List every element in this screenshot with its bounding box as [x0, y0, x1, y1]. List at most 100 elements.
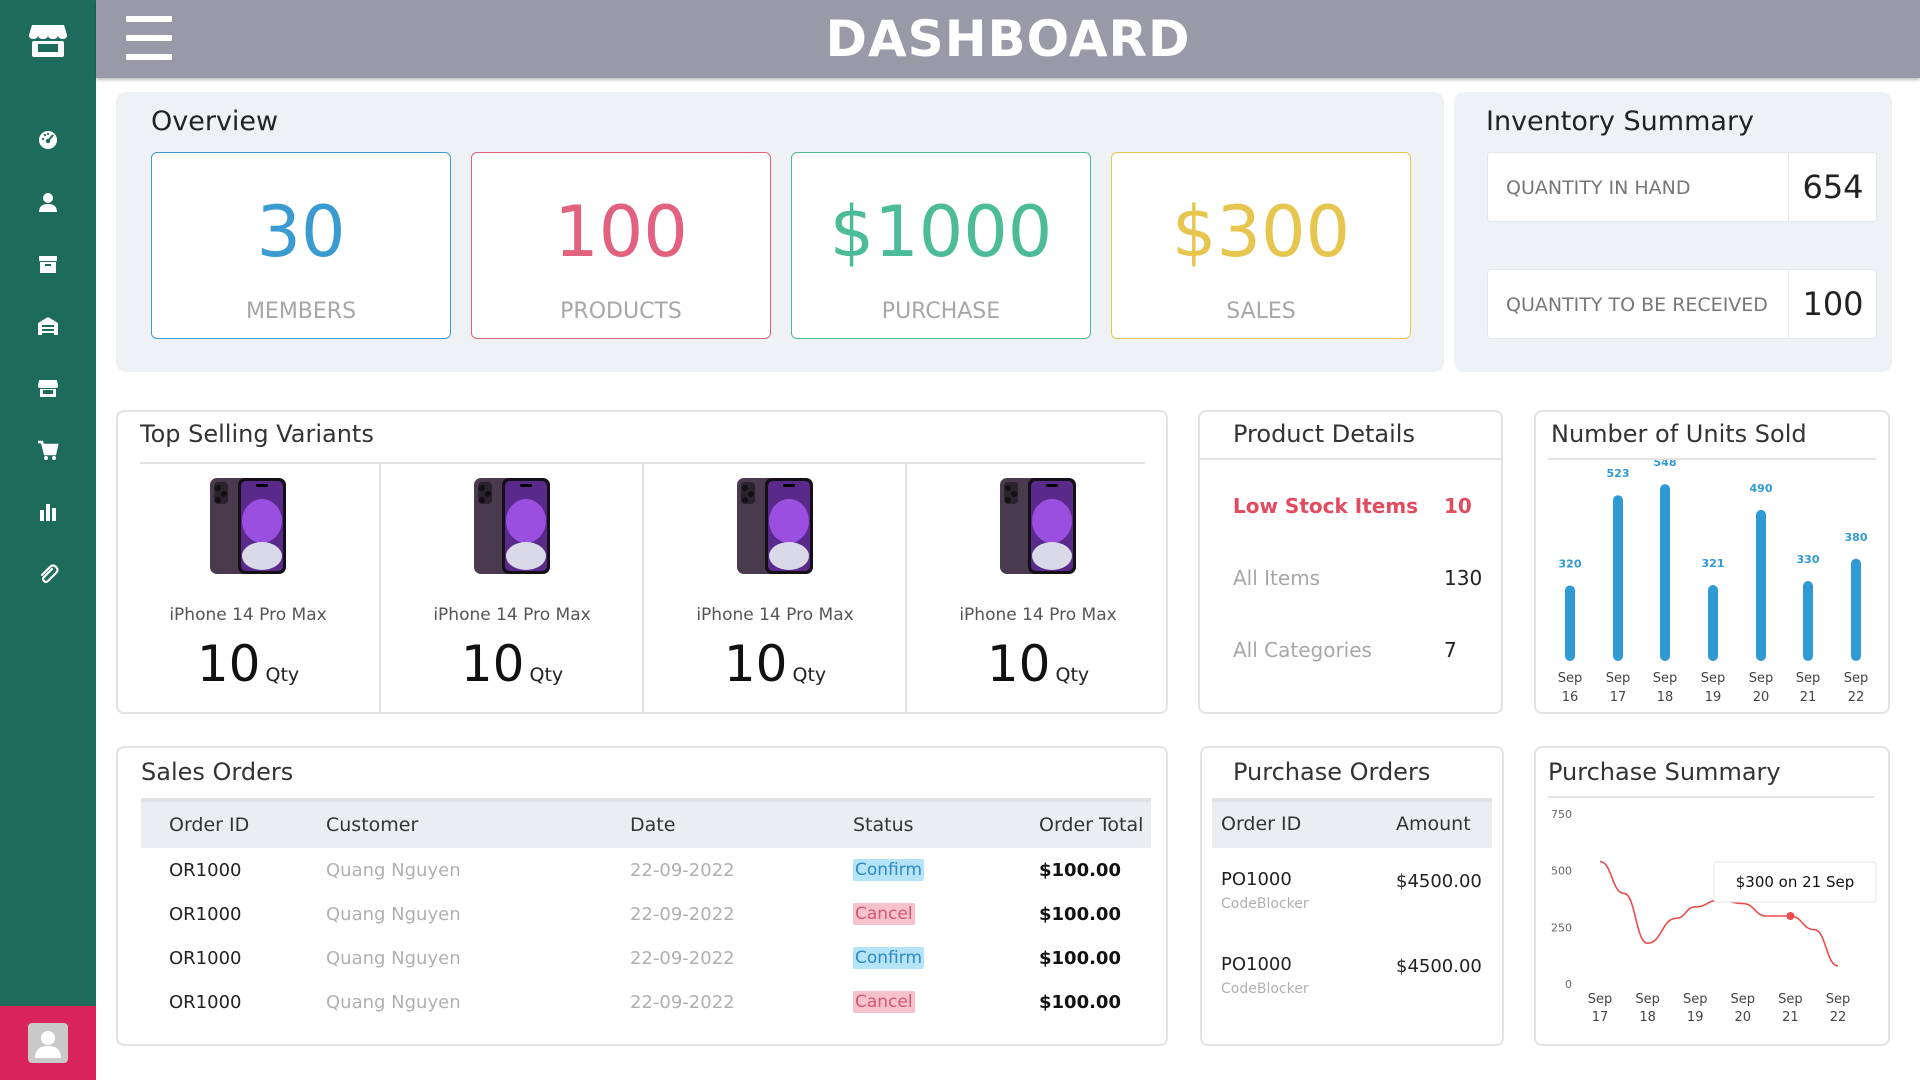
sidebar-item-gauge[interactable]: [0, 118, 96, 162]
x-tick-label: 22: [1830, 1010, 1847, 1025]
sidebar-item-archive[interactable]: [0, 242, 96, 286]
order-date: 22-09-2022: [630, 992, 735, 1013]
avatar: [28, 1023, 68, 1063]
variant-item[interactable]: iPhone 14 Pro Max 10 Qty: [644, 470, 906, 710]
stat-card-purchase[interactable]: $1000 PURCHASE: [791, 152, 1091, 339]
sidebar-item-user[interactable]: [0, 180, 96, 224]
highlight-point[interactable]: [1786, 912, 1795, 920]
variant-item[interactable]: iPhone 14 Pro Max 10 Qty: [381, 470, 643, 710]
variant-item[interactable]: iPhone 14 Pro Max 10 Qty: [907, 470, 1169, 710]
x-tick-label: 20: [1735, 1010, 1752, 1025]
sidebar-item-store[interactable]: [0, 366, 96, 410]
x-tick-label: 18: [1657, 690, 1674, 705]
sidebar-item-warehouse[interactable]: [0, 304, 96, 348]
profile-button[interactable]: [0, 1006, 96, 1080]
variant-name: iPhone 14 Pro Max: [696, 605, 854, 625]
bar-sep-22[interactable]: [1851, 558, 1861, 661]
y-tick-label: 500: [1551, 865, 1572, 878]
order-date: 22-09-2022: [630, 860, 735, 881]
inventory-value: 654: [1802, 168, 1864, 206]
column-order-total[interactable]: Order Total: [1039, 814, 1143, 836]
y-tick-label: 250: [1551, 921, 1572, 934]
top-selling-title: Top Selling Variants: [140, 420, 374, 448]
x-tick-label: Sep: [1558, 671, 1583, 686]
status-badge: Cancel: [853, 991, 915, 1013]
y-tick-label: 0: [1565, 978, 1572, 991]
x-tick-label: Sep: [1731, 992, 1756, 1007]
column-order-id[interactable]: Order ID: [169, 814, 249, 836]
x-tick-label: Sep: [1749, 671, 1774, 686]
archive-icon: [39, 256, 57, 273]
bar-sep-18[interactable]: [1660, 484, 1670, 661]
stat-card-sales[interactable]: $300 SALES: [1111, 152, 1411, 339]
column-status[interactable]: Status: [853, 814, 914, 836]
column-amount: Amount: [1396, 813, 1471, 835]
sidebar-item-paperclip[interactable]: [0, 552, 96, 596]
inventory-label: QUANTITY TO BE RECEIVED: [1506, 294, 1768, 316]
x-tick-label: 16: [1562, 690, 1579, 705]
low-stock-value: 10: [1444, 494, 1472, 518]
purchase-summary-chart: 0 250 500 750 $300 on 21 Sep Sep 17 Sep 18 Sep 19 S…: [1551, 808, 1877, 1025]
iphone-image: [474, 478, 550, 574]
x-tick-label: Sep: [1826, 992, 1851, 1007]
variant-qty-unit: Qty: [265, 664, 300, 686]
customer-name: Quang Nguyen: [326, 860, 461, 881]
sidebar-item-chart[interactable]: [0, 490, 96, 534]
bar-sep-19[interactable]: [1708, 585, 1718, 661]
x-tick-label: Sep: [1778, 992, 1803, 1007]
bar-value-label: 320: [1559, 557, 1582, 570]
sales-orders-title: Sales Orders: [141, 758, 294, 786]
bar-sep-16[interactable]: [1565, 585, 1575, 661]
variant-item[interactable]: iPhone 14 Pro Max 10 Qty: [117, 470, 379, 710]
stat-value: 100: [554, 191, 688, 273]
variant-qty-unit: Qty: [792, 664, 827, 686]
x-tick-label: Sep: [1588, 992, 1613, 1007]
po-id[interactable]: PO1000: [1221, 869, 1292, 890]
all-categories-label: All Categories: [1233, 638, 1372, 662]
units-sold-title: Number of Units Sold: [1551, 420, 1807, 448]
bar-value-label: 380: [1845, 531, 1868, 544]
paperclip-icon: [40, 564, 59, 584]
product-details-title: Product Details: [1233, 420, 1415, 448]
purchase-summary-title: Purchase Summary: [1548, 758, 1781, 786]
stat-card-products[interactable]: 100 PRODUCTS: [471, 152, 771, 339]
column-date[interactable]: Date: [630, 814, 675, 836]
x-tick-label: Sep: [1653, 671, 1678, 686]
all-items-value: 130: [1444, 566, 1483, 590]
po-vendor: CodeBlocker: [1221, 981, 1309, 997]
order-id: OR1000: [169, 860, 242, 881]
x-tick-label: Sep: [1844, 671, 1869, 686]
sidebar-item-cart[interactable]: [0, 428, 96, 472]
tooltip-text: $300 on 21 Sep: [1736, 873, 1855, 891]
store-icon: [38, 380, 58, 397]
stat-card-members[interactable]: 30 MEMBERS: [151, 152, 451, 339]
inventory-title: Inventory Summary: [1486, 106, 1755, 137]
variant-qty-value: 10: [986, 635, 1051, 693]
x-tick-label: 19: [1687, 1010, 1704, 1025]
x-tick-label: Sep: [1701, 671, 1726, 686]
x-tick-label: Sep: [1796, 671, 1821, 686]
x-tick-label: Sep: [1635, 992, 1660, 1007]
store-logo-icon[interactable]: [0, 0, 96, 80]
order-total: $100.00: [1039, 860, 1121, 881]
x-tick-label: 17: [1592, 1010, 1609, 1025]
x-tick-label: Sep: [1683, 992, 1708, 1007]
order-id: OR1000: [169, 904, 242, 925]
bar-sep-20[interactable]: [1756, 509, 1766, 661]
stat-label: SALES: [1226, 299, 1296, 324]
variant-qty: 10 Qty: [907, 635, 1169, 693]
column-customer[interactable]: Customer: [326, 814, 418, 836]
bar-value-label: 490: [1750, 482, 1773, 495]
all-items-label: All Items: [1233, 566, 1321, 590]
user-icon: [39, 193, 57, 212]
po-amount: $4500.00: [1396, 956, 1482, 977]
bar-sep-21[interactable]: [1803, 581, 1813, 661]
po-vendor: CodeBlocker: [1221, 896, 1309, 912]
po-id[interactable]: PO1000: [1221, 954, 1292, 975]
bar-sep-17[interactable]: [1613, 495, 1623, 661]
variant-qty-value: 10: [196, 635, 261, 693]
variant-qty: 10 Qty: [381, 635, 643, 693]
overview-title: Overview: [151, 106, 279, 137]
variant-qty-value: 10: [460, 635, 525, 693]
stat-value: $1000: [829, 191, 1053, 273]
